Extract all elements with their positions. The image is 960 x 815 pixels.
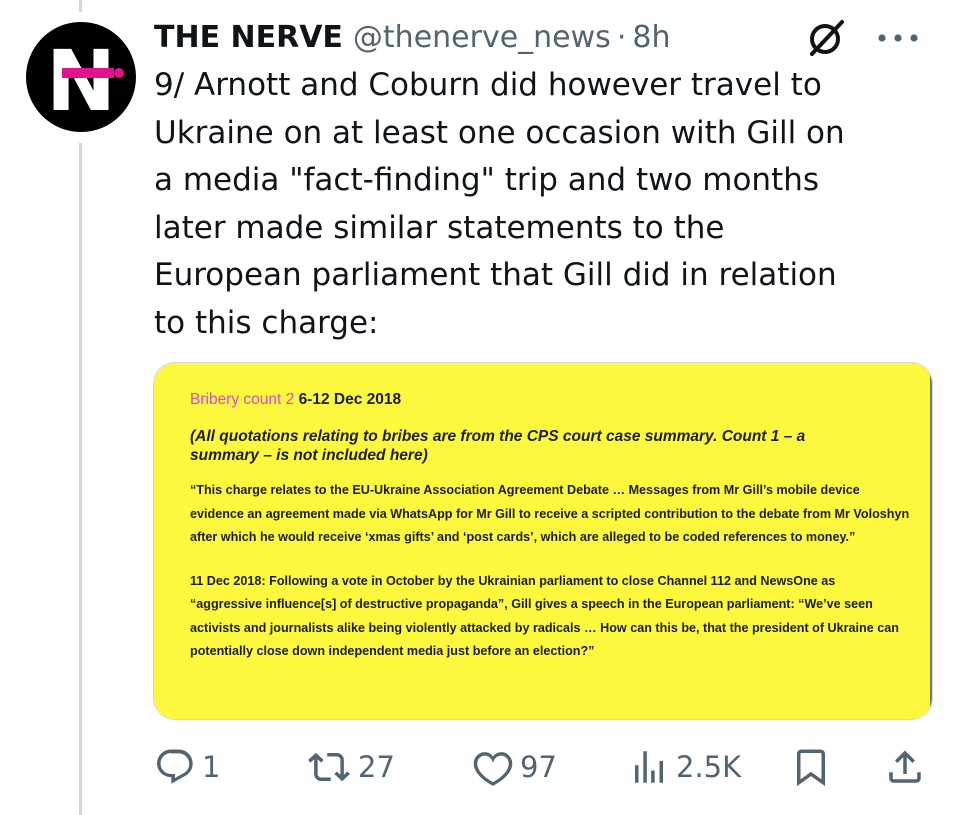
avatar-letter: N bbox=[46, 32, 116, 130]
share-button[interactable] bbox=[884, 743, 926, 791]
reply-count: 1 bbox=[202, 750, 221, 784]
document-excerpt: Bribery count 2 6-12 Dec 2018 (All quota… bbox=[190, 391, 910, 684]
reply-icon bbox=[157, 749, 193, 784]
tweet-header: THE NERVE @thenerve_news · 8h bbox=[154, 16, 670, 58]
document-date: 6-12 Dec 2018 bbox=[298, 391, 402, 408]
thread-line-top bbox=[79, 0, 82, 12]
document-paragraph-1: “This charge relates to the EU-Ukraine A… bbox=[190, 483, 910, 544]
like-button[interactable]: 97 bbox=[472, 743, 557, 791]
author-name[interactable]: THE NERVE bbox=[154, 20, 343, 55]
author-handle[interactable]: @thenerve_news bbox=[353, 20, 611, 55]
heart-icon bbox=[473, 752, 513, 786]
repost-icon bbox=[308, 752, 350, 782]
bookmark-button[interactable] bbox=[790, 743, 832, 791]
document-count-label: Bribery count 2 bbox=[190, 391, 295, 408]
tweet-text: 9/ Arnott and Coburn did however travel … bbox=[154, 67, 845, 341]
action-bar: 1 27 97 2.5K bbox=[154, 743, 934, 791]
nerve-logo-icon: N bbox=[46, 32, 124, 130]
tweet-time[interactable]: 8h bbox=[632, 20, 670, 55]
document-paragraph-2: 11 Dec 2018: Following a vote in October… bbox=[190, 573, 899, 659]
views-count: 2.5K bbox=[676, 750, 742, 784]
reply-button[interactable]: 1 bbox=[154, 743, 220, 791]
grok-icon[interactable] bbox=[804, 16, 848, 60]
share-icon bbox=[889, 750, 921, 783]
views-button[interactable]: 2.5K bbox=[628, 743, 741, 791]
header-separator: · bbox=[616, 19, 627, 55]
media-image: Bribery count 2 6-12 Dec 2018 (All quota… bbox=[154, 363, 930, 719]
thread-line bbox=[79, 143, 82, 815]
more-icon[interactable] bbox=[866, 18, 930, 58]
media-card[interactable]: Bribery count 2 6-12 Dec 2018 (All quota… bbox=[153, 362, 933, 720]
avatar[interactable]: N bbox=[26, 22, 136, 132]
bookmark-icon bbox=[797, 749, 825, 787]
document-note: (All quotations relating to bribes are f… bbox=[190, 428, 806, 464]
document-title: Bribery count 2 6-12 Dec 2018 bbox=[190, 391, 910, 409]
like-count: 97 bbox=[520, 750, 557, 784]
views-chart-icon bbox=[635, 751, 663, 783]
repost-count: 27 bbox=[358, 750, 395, 784]
repost-button[interactable]: 27 bbox=[306, 743, 395, 791]
